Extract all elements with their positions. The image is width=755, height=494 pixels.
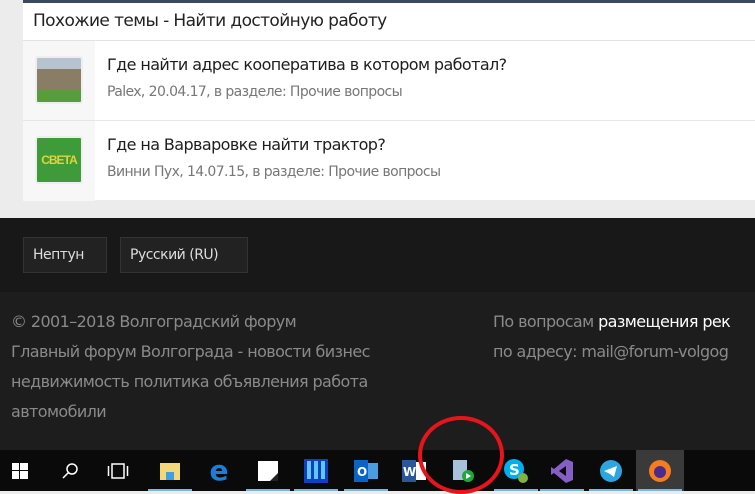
svg-text:O: O: [357, 465, 367, 479]
telegram-icon[interactable]: [587, 450, 635, 491]
copyright: © 2001–2018 Волгоградский форум: [11, 312, 297, 331]
task-view-icon[interactable]: [94, 450, 142, 491]
svg-text:W: W: [403, 465, 416, 479]
visual-studio-icon[interactable]: [538, 450, 586, 491]
red-annotation-circle: [418, 416, 504, 494]
search-icon[interactable]: [46, 450, 94, 491]
firefox-icon[interactable]: [636, 450, 684, 491]
file-explorer-icon[interactable]: [146, 450, 194, 491]
thread-thumbnail[interactable]: [35, 56, 83, 104]
style-chooser-button[interactable]: Нептун: [23, 237, 107, 273]
thread-meta: Винни Пух, 14.07.15, в разделе: Прочие в…: [107, 164, 441, 180]
taskbar: e O W S: [0, 450, 755, 491]
contact-prefix: По вопросам: [493, 312, 599, 331]
list-item[interactable]: СВЕТА Где на Варваровке найти трактор? В…: [23, 121, 755, 201]
outlook-icon[interactable]: O: [342, 450, 390, 491]
thread-title-link[interactable]: Где на Варваровке найти трактор?: [107, 135, 440, 154]
language-chooser-button[interactable]: Русский (RU): [120, 237, 248, 273]
footer-bar: Нептун Русский (RU): [0, 218, 755, 292]
windows-start-icon[interactable]: [0, 450, 44, 491]
contact-address: по адресу: mail@forum-volgog: [493, 342, 729, 361]
thread-meta: Palex, 20.04.17, в разделе: Прочие вопро…: [107, 84, 403, 100]
sticky-notes-icon[interactable]: [244, 450, 292, 491]
app-blue-icon[interactable]: [292, 450, 340, 491]
site-description: Главный форум Волгограда - новости бизне…: [11, 342, 370, 421]
advertising-link[interactable]: размещения рек: [598, 312, 731, 331]
footer-info: © 2001–2018 Волгоградский форум Главный …: [0, 292, 755, 450]
svg-text:S: S: [509, 461, 520, 479]
thread-thumbnail[interactable]: СВЕТА: [35, 136, 83, 184]
panel-title: Похожие темы - Найти достойную работу: [23, 3, 755, 41]
list-item[interactable]: Где найти адрес кооператива в котором ра…: [23, 41, 755, 121]
similar-threads-panel: Похожие темы - Найти достойную работу Гд…: [23, 3, 755, 201]
edge-icon[interactable]: e: [195, 450, 243, 491]
thread-title-link[interactable]: Где найти адрес кооператива в котором ра…: [107, 55, 507, 74]
